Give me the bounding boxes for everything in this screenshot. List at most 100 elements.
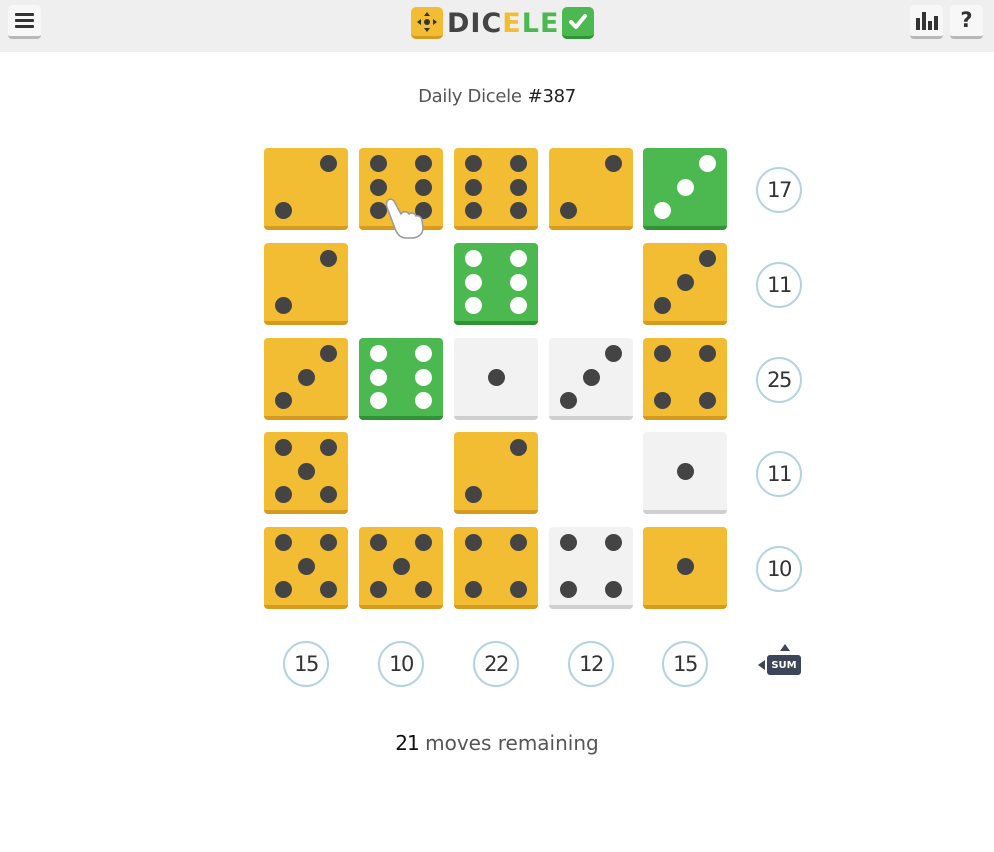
logo-letter: I — [470, 7, 482, 39]
die-r1-c1[interactable] — [264, 148, 348, 230]
die-r2-c3[interactable] — [454, 243, 538, 325]
die-pip — [415, 534, 433, 552]
top-bar: DICELE ? — [0, 0, 994, 52]
die-r1-c4[interactable] — [549, 148, 633, 230]
die-pip — [699, 345, 717, 363]
die-pip — [415, 368, 433, 386]
logo-letter: D — [447, 7, 471, 39]
die-pip — [605, 534, 623, 552]
die-r3-c3[interactable] — [454, 338, 538, 420]
die-pip — [605, 580, 623, 598]
die-pip — [274, 391, 292, 409]
sum-toggle-button[interactable]: SUM — [758, 644, 802, 676]
die-pip — [369, 368, 387, 386]
puzzle-label: Daily Dicele — [418, 86, 522, 107]
die-pip — [274, 439, 292, 457]
die-pip — [559, 534, 577, 552]
die-r5-c5[interactable] — [643, 527, 727, 609]
die-pip — [676, 462, 694, 480]
die-r4-c5[interactable] — [643, 432, 727, 514]
column-sum-2: 10 — [378, 641, 424, 687]
puzzle-number: #387 — [527, 86, 577, 107]
question-mark-icon: ? — [960, 8, 973, 32]
die-r5-c4[interactable] — [549, 527, 633, 609]
die-pip — [415, 178, 433, 196]
pointer-hand-cursor-icon — [382, 196, 428, 245]
die-pip — [415, 391, 433, 409]
die-r3-c5[interactable] — [643, 338, 727, 420]
logo-letter: C — [481, 7, 503, 39]
die-pip — [274, 201, 292, 219]
die-r5-c3[interactable] — [454, 527, 538, 609]
die-pip — [320, 250, 338, 268]
die-pip — [653, 296, 671, 314]
die-r3-c1[interactable] — [264, 338, 348, 420]
die-pip — [320, 580, 338, 598]
column-sum-4: 12 — [568, 641, 614, 687]
die-pip — [605, 345, 623, 363]
puzzle-title: Daily Dicele #387 — [0, 86, 994, 107]
menu-button[interactable] — [8, 5, 41, 39]
die-pip — [464, 296, 482, 314]
column-sum-1: 15 — [283, 641, 329, 687]
die-pip — [510, 580, 528, 598]
die-r4-c1[interactable] — [264, 432, 348, 514]
help-button[interactable]: ? — [950, 5, 983, 39]
die-pip — [464, 534, 482, 552]
column-sum-3: 22 — [473, 641, 519, 687]
sum-badge: SUM — [767, 655, 801, 675]
die-r2-c1[interactable] — [264, 243, 348, 325]
die-r2-c5[interactable] — [643, 243, 727, 325]
die-pip — [369, 534, 387, 552]
die-pip — [510, 178, 528, 196]
check-logo-icon — [562, 7, 595, 39]
die-pip — [297, 462, 315, 480]
die-pip — [510, 273, 528, 291]
die-pip — [464, 580, 482, 598]
die-pip — [676, 557, 694, 575]
die-pip — [274, 485, 292, 503]
row-sum-5: 10 — [756, 546, 802, 592]
die-pip — [320, 485, 338, 503]
die-pip — [274, 296, 292, 314]
die-pip — [559, 201, 577, 219]
die-r5-c2[interactable] — [359, 527, 443, 609]
die-pip — [464, 178, 482, 196]
die-r3-c2[interactable] — [359, 338, 443, 420]
die-pip — [699, 250, 717, 268]
die-pip — [510, 250, 528, 268]
die-pip — [369, 580, 387, 598]
row-sum-3: 25 — [756, 357, 802, 403]
die-pip — [510, 296, 528, 314]
arrow-left-icon — [758, 660, 765, 670]
die-r1-c3[interactable] — [454, 148, 538, 230]
die-pip — [297, 368, 315, 386]
die-pip — [559, 580, 577, 598]
die-pip — [415, 155, 433, 173]
hamburger-menu-icon — [15, 13, 34, 28]
die-pip — [676, 273, 694, 291]
die-pip — [510, 534, 528, 552]
die-r3-c4[interactable] — [549, 338, 633, 420]
die-pip — [274, 534, 292, 552]
die-pip — [320, 345, 338, 363]
die-pip — [464, 155, 482, 173]
die-pip — [392, 557, 410, 575]
die-pip — [369, 391, 387, 409]
die-r5-c1[interactable] — [264, 527, 348, 609]
die-pip — [510, 201, 528, 219]
die-pip — [559, 391, 577, 409]
logo-letter: E — [502, 7, 522, 39]
die-r1-c5[interactable] — [643, 148, 727, 230]
arrow-up-icon — [780, 644, 790, 651]
statistics-button[interactable] — [910, 5, 943, 39]
logo-text: DICELE — [447, 8, 559, 39]
column-sum-5: 15 — [662, 641, 708, 687]
die-pip — [653, 391, 671, 409]
die-pip — [320, 534, 338, 552]
die-r4-c3[interactable] — [454, 432, 538, 514]
die-pip — [297, 557, 315, 575]
die-pip — [510, 155, 528, 173]
dice-arrows-logo-icon — [411, 7, 443, 39]
moves-remaining: 21 moves remaining — [0, 731, 994, 755]
